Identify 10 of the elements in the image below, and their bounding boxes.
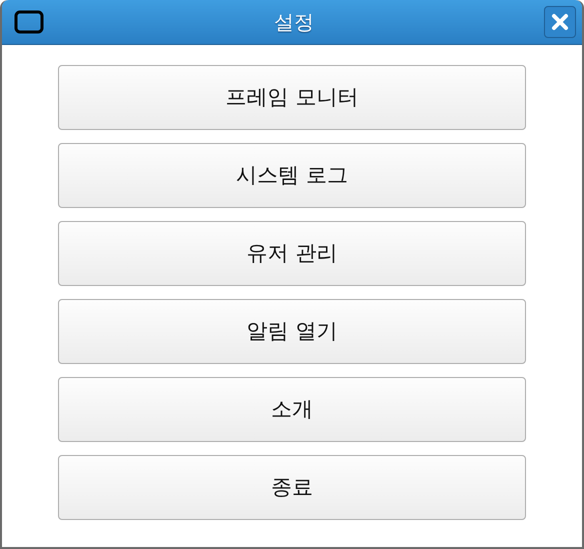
- menu-button[interactable]: 시스템 로그: [58, 143, 526, 208]
- close-icon: [551, 13, 569, 31]
- menu-button[interactable]: 알림 열기: [58, 299, 526, 364]
- menu-button[interactable]: 종료: [58, 455, 526, 520]
- window-title: 설정: [273, 9, 315, 36]
- menu-button[interactable]: 소개: [58, 377, 526, 442]
- close-button[interactable]: [544, 6, 576, 38]
- window-icon: [14, 10, 44, 34]
- menu-button[interactable]: 유저 관리: [58, 221, 526, 286]
- menu-button[interactable]: 프레임 모니터: [58, 65, 526, 130]
